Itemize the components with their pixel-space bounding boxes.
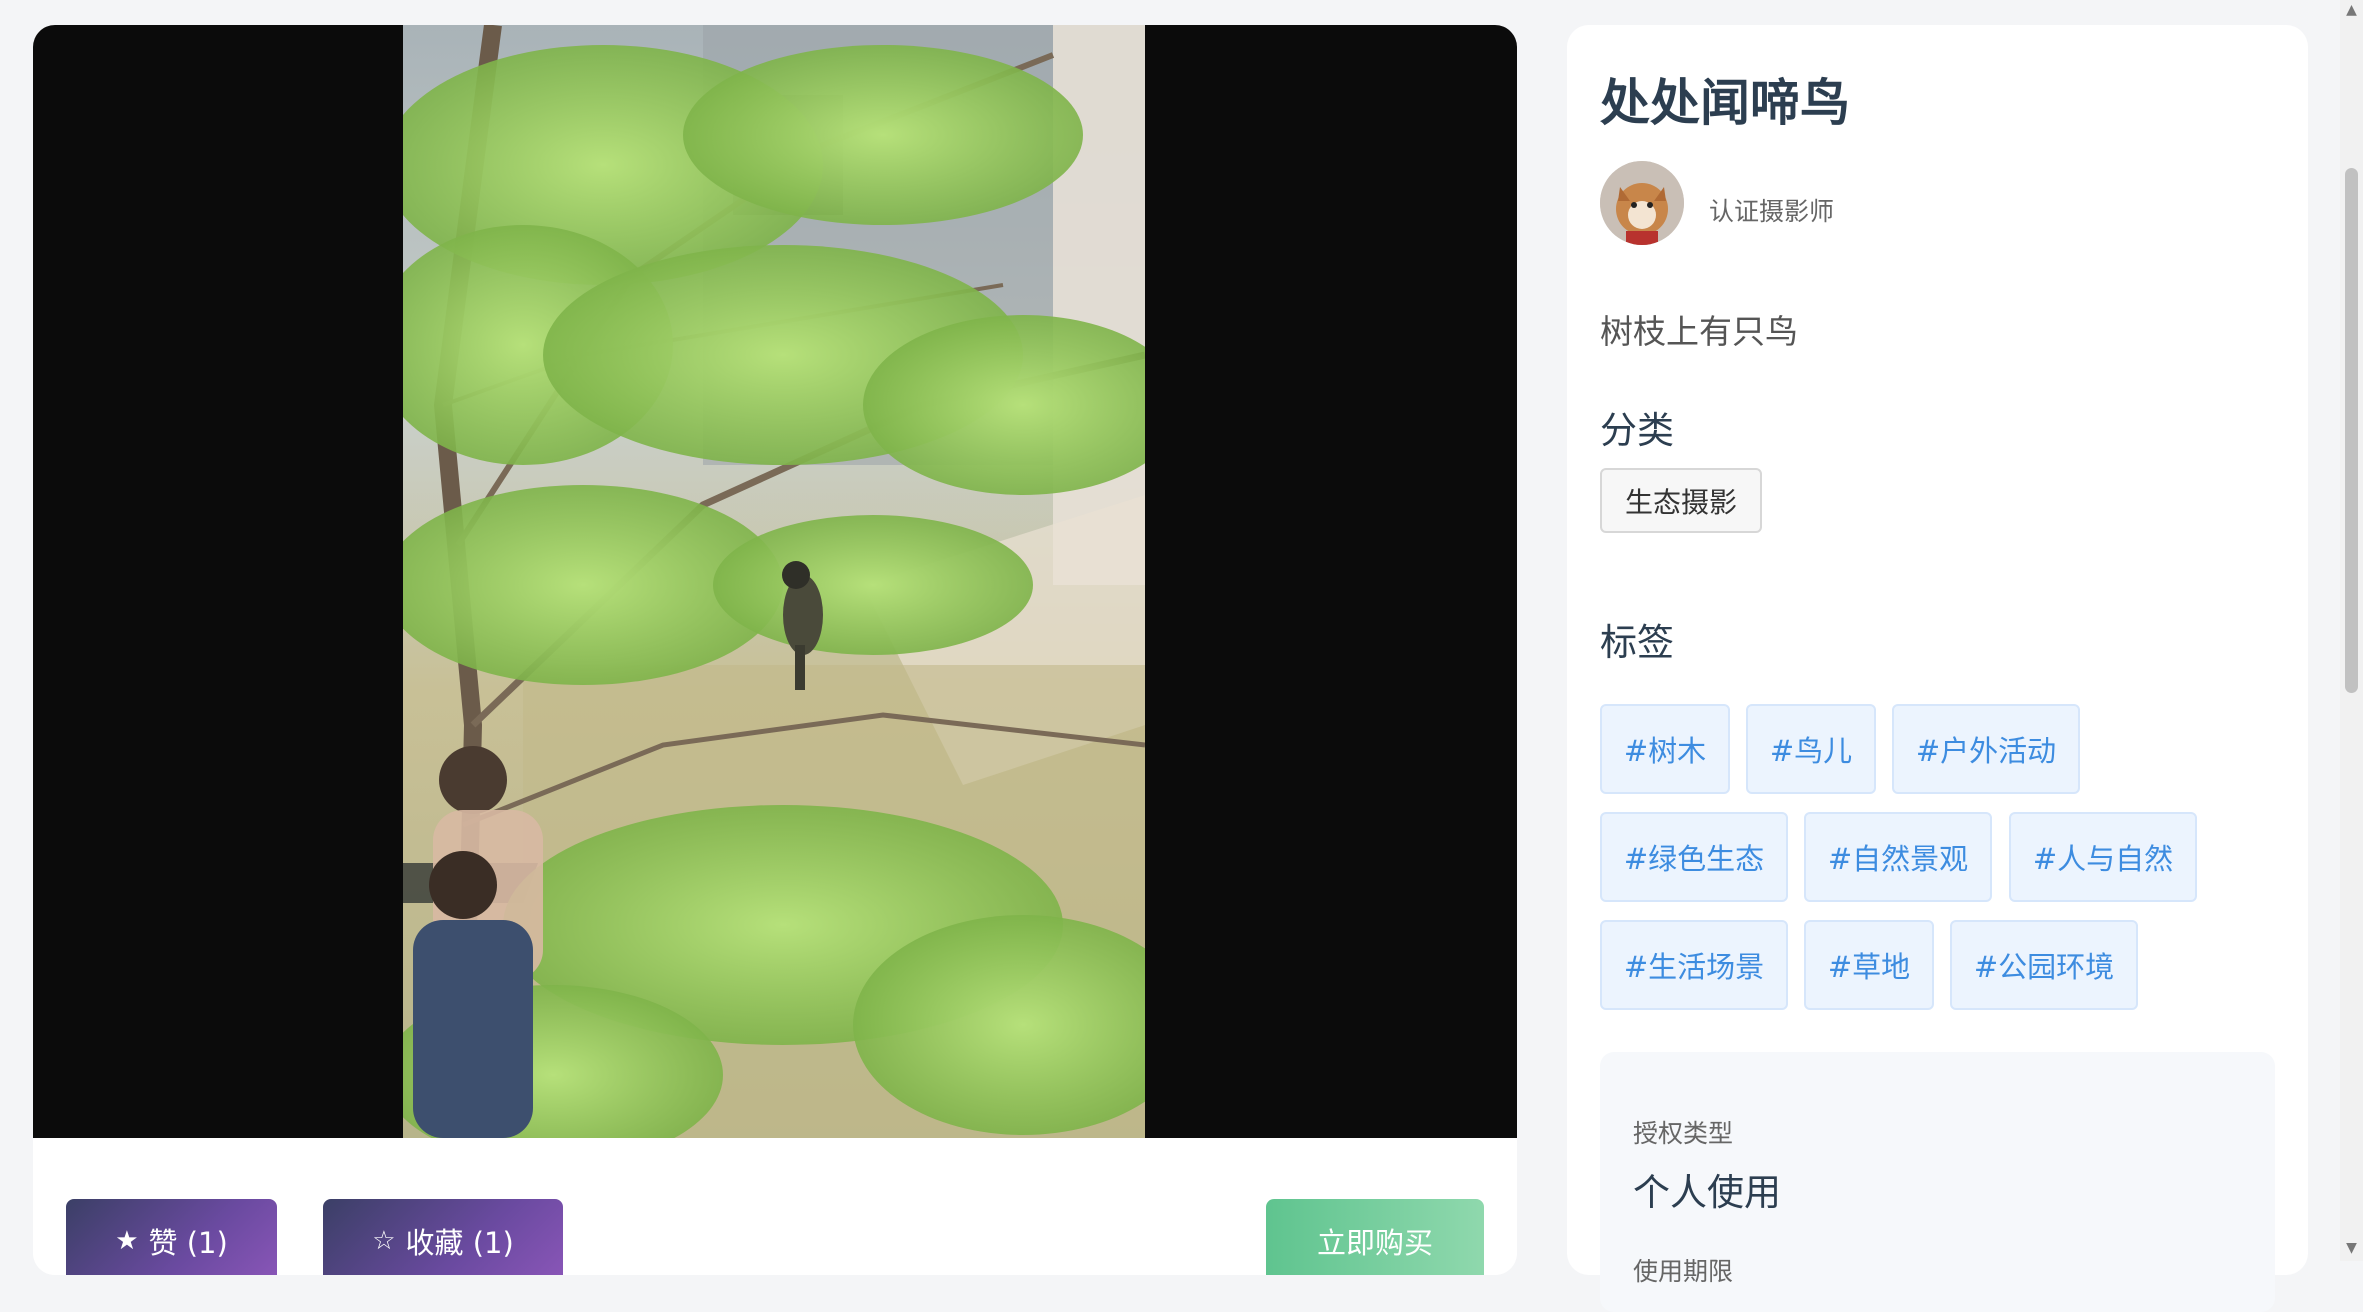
license-type-value: 个人使用 [1633, 1171, 1781, 1214]
tag-item[interactable]: #自然景观 [1804, 812, 1992, 902]
tag-item[interactable]: #树木 [1600, 704, 1730, 794]
tag-item[interactable]: #户外活动 [1892, 704, 2080, 794]
like-label: 赞 (1) [148, 1226, 228, 1260]
favorite-button[interactable]: ☆ 收藏 (1) [323, 1199, 563, 1275]
photo-card: ★ 赞 (1) ☆ 收藏 (1) 立即购买 [33, 25, 1517, 1275]
buy-label: 立即购买 [1316, 1226, 1433, 1260]
license-period-label: 使用期限 [1633, 1257, 1734, 1286]
artwork-title: 处处闻啼鸟 [1600, 74, 1850, 132]
license-type-label: 授权类型 [1633, 1119, 1734, 1148]
photo-viewer [33, 25, 1517, 1138]
category-heading: 分类 [1600, 409, 1674, 452]
scroll-up-icon[interactable]: ▲ [2343, 2, 2360, 19]
scroll-thumb[interactable] [2345, 168, 2358, 693]
tag-item[interactable]: #绿色生态 [1600, 812, 1788, 902]
tag-item[interactable]: #生活场景 [1600, 920, 1788, 1010]
artwork-description: 树枝上有只鸟 [1600, 312, 1798, 351]
author-role: 认证摄影师 [1709, 197, 1835, 226]
license-info: 授权类型 个人使用 使用期限 [1600, 1052, 2275, 1312]
like-button[interactable]: ★ 赞 (1) [66, 1199, 277, 1275]
category-chip[interactable]: 生态摄影 [1600, 468, 1762, 533]
star-outline-icon: ☆ [372, 1226, 396, 1256]
author-avatar[interactable] [1600, 161, 1684, 245]
scroll-down-icon[interactable]: ▼ [2343, 1240, 2360, 1257]
tag-item[interactable]: #鸟儿 [1746, 704, 1876, 794]
tags-heading: 标签 [1600, 621, 1674, 664]
star-filled-icon: ★ [115, 1226, 139, 1256]
details-panel: 处处闻啼鸟 认证摄影师 树枝上有只鸟 分类 生态摄影 标签 #树木 #鸟儿 #户… [1567, 25, 2308, 1312]
favorite-label: 收藏 (1) [405, 1226, 514, 1260]
tag-item[interactable]: #人与自然 [2009, 812, 2197, 902]
page-scrollbar[interactable]: ▲ ▼ [2340, 0, 2363, 1261]
tag-item[interactable]: #草地 [1804, 920, 1934, 1010]
tag-item[interactable]: #公园环境 [1950, 920, 2138, 1010]
buy-now-button[interactable]: 立即购买 [1266, 1199, 1484, 1275]
artwork-photo[interactable] [403, 25, 1145, 1138]
action-bar: ★ 赞 (1) ☆ 收藏 (1) 立即购买 [33, 1138, 1517, 1275]
